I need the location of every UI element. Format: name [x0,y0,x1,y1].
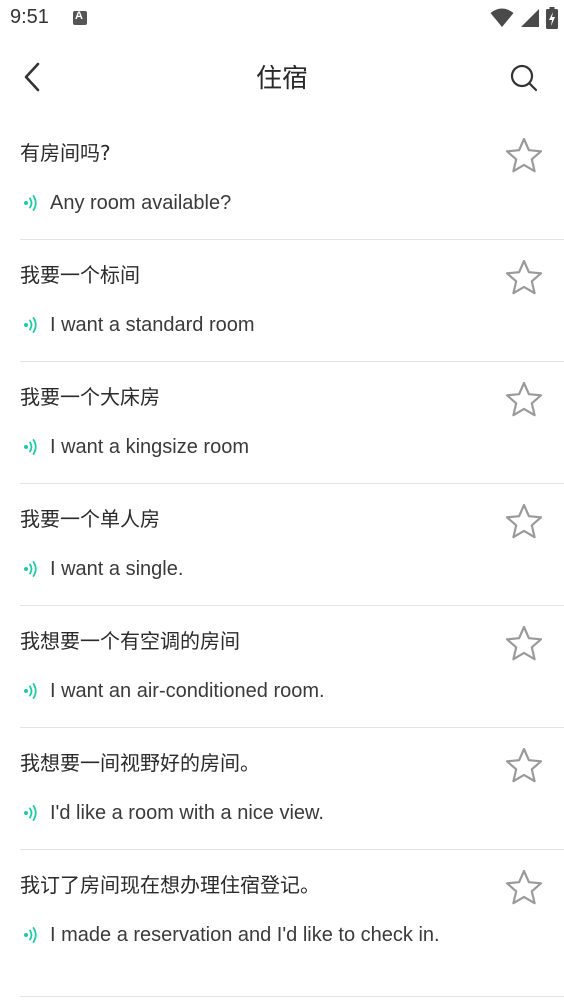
favorite-star-icon[interactable] [504,380,544,420]
audio-play-icon[interactable] [22,560,40,578]
audio-play-icon[interactable] [22,194,40,212]
signal-icon [521,9,539,27]
favorite-star-icon[interactable] [504,746,544,786]
list-item: 我要一个大床房 I want a kingsize room [20,362,564,484]
audio-play-icon[interactable] [22,316,40,334]
chinese-phrase: 我要一个标间 [20,263,140,287]
notification-a-icon [73,10,87,25]
favorite-star-icon[interactable] [504,624,544,664]
status-bar: 9:51 [0,0,564,38]
audio-play-icon[interactable] [22,682,40,700]
app-bar: 住宿 [0,38,564,118]
english-phrase: Any room available? [50,192,232,214]
chinese-phrase: 有房间吗? [20,141,111,165]
chinese-phrase: 我要一个单人房 [20,507,160,531]
list-item: 我想要一间视野好的房间。 I'd like a room with a nice… [20,728,564,850]
chinese-phrase: 我订了房间现在想办理住宿登记。 [20,873,320,897]
english-phrase: I want an air-conditioned room. [50,680,325,702]
list-item: 我想要一个有空调的房间 I want an air-conditioned ro… [20,606,564,728]
search-button[interactable] [504,58,544,98]
english-phrase: I want a standard room [50,314,255,336]
wifi-icon [490,8,514,27]
favorite-star-icon[interactable] [504,502,544,542]
chinese-phrase: 我要一个大床房 [20,385,160,409]
status-time: 9:51 [10,6,49,28]
english-phrase: I made a reservation and I'd like to che… [50,924,440,946]
status-icons [490,7,558,29]
audio-play-icon[interactable] [22,926,40,944]
list-item: 有房间吗? Any room available? [20,118,564,240]
favorite-star-icon[interactable] [504,258,544,298]
english-phrase: I want a single. [50,558,184,580]
chinese-phrase: 我想要一间视野好的房间。 [20,751,260,775]
list-item: 我要一个标间 I want a standard room [20,240,564,362]
audio-play-icon[interactable] [22,804,40,822]
favorite-star-icon[interactable] [504,868,544,908]
list-item: 我要一个单人房 I want a single. [20,484,564,606]
audio-play-icon[interactable] [22,438,40,456]
search-icon [510,64,538,92]
back-chevron-icon [24,62,40,92]
list-item: 我订了房间现在想办理住宿登记。 I made a reservation and… [20,850,564,997]
english-phrase: I'd like a room with a nice view. [50,802,324,824]
favorite-star-icon[interactable] [504,136,544,176]
phrase-list: 有房间吗? Any room available? 我要一个标间 I want … [20,118,564,997]
chinese-phrase: 我想要一个有空调的房间 [20,629,240,653]
back-button[interactable] [12,58,52,98]
english-phrase: I want a kingsize room [50,436,249,458]
battery-charging-icon [546,7,558,29]
page-title: 住宿 [255,64,308,94]
